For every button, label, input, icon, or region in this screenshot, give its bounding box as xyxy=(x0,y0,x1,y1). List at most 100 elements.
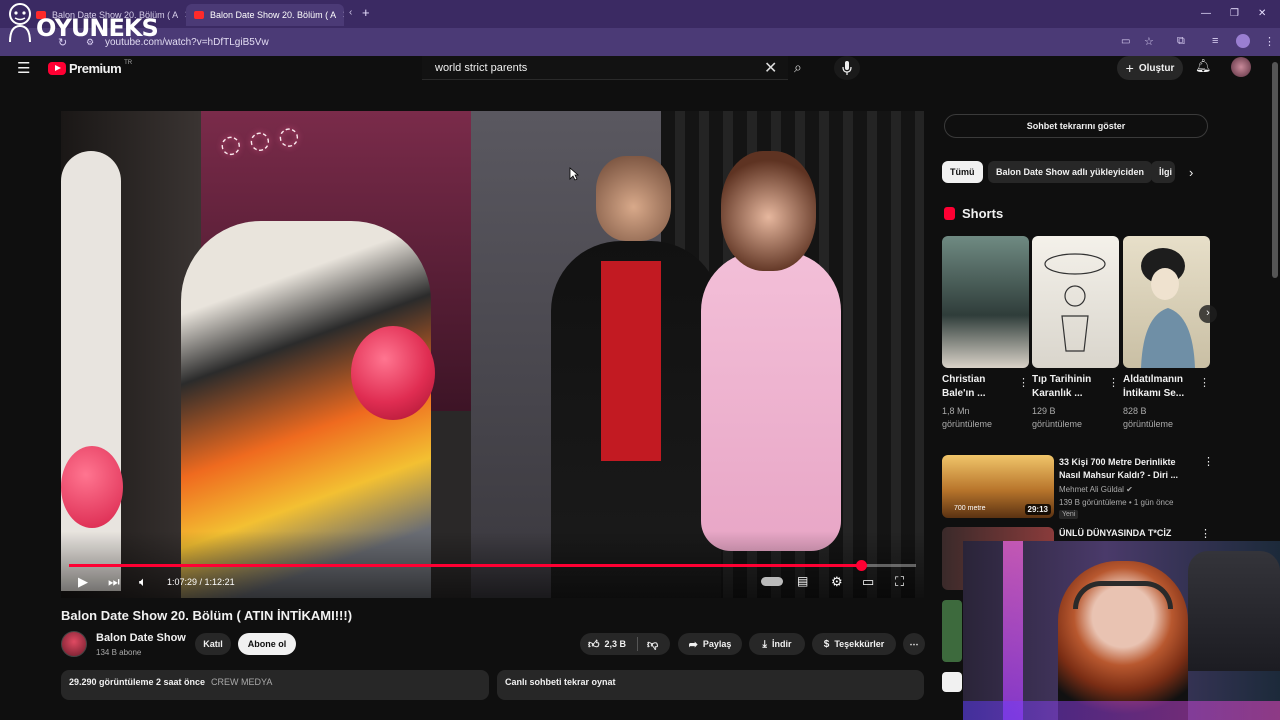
short-thumbnail[interactable] xyxy=(1032,236,1119,368)
media-control-icon[interactable]: ≡ xyxy=(1212,35,1218,47)
video-frame-red-balloon xyxy=(351,326,435,420)
tab-title: Balon Date Show 20. Bölüm ( A xyxy=(210,10,337,20)
chip-all[interactable]: Tümü xyxy=(942,161,983,183)
play-icon[interactable]: ▶ xyxy=(78,574,88,590)
next-video-icon[interactable]: ⏭ xyxy=(108,574,120,590)
hamburger-menu-icon[interactable]: ☰ xyxy=(17,59,30,77)
recommended-title[interactable]: ÜNLÜ DÜNYASINDA T*CİZ xyxy=(1059,528,1171,538)
recommended-video[interactable]: 700 metre 29:13 33 Kişi 700 Metre Derinl… xyxy=(942,455,1214,521)
youtube-favicon-icon xyxy=(194,11,204,19)
profile-avatar-icon[interactable] xyxy=(1236,34,1250,48)
description-box[interactable]: 29.290 görüntüleme 2 saat önce CREW MEDY… xyxy=(61,670,489,700)
short-thumbnail[interactable] xyxy=(942,236,1029,368)
subtitles-icon[interactable]: ▤ xyxy=(797,574,808,588)
thanks-button[interactable]: $ Teşekkürler xyxy=(812,633,896,655)
progress-bar-fill xyxy=(69,564,861,567)
recommended-thumbnail[interactable]: 700 metre 29:13 xyxy=(942,455,1054,518)
super-thanks-icon: $ xyxy=(823,638,830,650)
channel-avatar[interactable] xyxy=(61,631,87,657)
short-item[interactable]: Christian Bale'ın ... 1,8 Mn görüntüleme… xyxy=(942,236,1029,429)
progress-bar[interactable] xyxy=(69,560,916,571)
dislike-thumb-icon[interactable]: 👎︎ xyxy=(647,638,658,651)
share-arrow-icon: ➦ xyxy=(688,638,698,651)
mascot-logo-icon xyxy=(9,3,31,43)
download-button[interactable]: ⤓ İndir xyxy=(749,633,805,655)
short-title[interactable]: Tıp Tarihinin Karanlık ... xyxy=(1032,373,1104,401)
chips-next-icon[interactable]: › xyxy=(1189,165,1193,180)
maximize-icon[interactable]: ❐ xyxy=(1230,8,1239,19)
video-frame-woman-head xyxy=(721,151,816,271)
cast-icon[interactable]: ▭ xyxy=(1121,36,1130,47)
create-button[interactable]: + Oluştur xyxy=(1117,56,1183,80)
chip-related[interactable]: İlgi xyxy=(1151,161,1175,183)
like-count[interactable]: 2,3 B xyxy=(605,639,627,649)
minimize-icon[interactable]: — xyxy=(1201,8,1211,19)
search-box[interactable]: world strict parents ✕ xyxy=(422,56,788,80)
voice-search-button[interactable] xyxy=(834,56,860,80)
recommended-thumbnail[interactable] xyxy=(942,672,962,692)
tab-scroll-icon[interactable]: ‹ xyxy=(349,7,352,18)
short-thumbnail[interactable] xyxy=(1123,236,1210,368)
short-menu-icon[interactable]: ⋮ xyxy=(1199,376,1210,389)
create-label: Oluştur xyxy=(1138,62,1175,74)
search-input[interactable]: world strict parents xyxy=(435,62,527,74)
theater-mode-icon[interactable]: ▭ xyxy=(862,574,874,590)
show-chat-replay-button[interactable]: Sohbet tekrarını göster xyxy=(944,114,1208,138)
like-thumb-icon[interactable]: 👍︎ xyxy=(588,638,600,651)
short-menu-icon[interactable]: ⋮ xyxy=(1108,376,1119,389)
divider xyxy=(637,637,639,651)
streamer-logo: OYUNEKS xyxy=(2,0,159,46)
volume-icon[interactable]: 🔈︎ xyxy=(139,574,147,590)
browser-menu-icon[interactable]: ⋮ xyxy=(1264,35,1275,48)
video-frame-host-shirt xyxy=(601,261,661,461)
chip-from-uploader[interactable]: Balon Date Show adlı yükleyiciden xyxy=(988,161,1153,183)
fullscreen-icon[interactable]: ⛶ xyxy=(895,574,904,590)
live-chat-replay-label: Canlı sohbeti tekrar oynat xyxy=(505,677,616,687)
more-actions-button[interactable]: ⋯ xyxy=(903,633,925,655)
short-views: 1,8 Mn görüntüleme xyxy=(942,406,993,429)
notifications-bell-icon[interactable]: 🔔︎ xyxy=(1195,58,1212,74)
bookmark-star-icon[interactable]: ☆ xyxy=(1144,35,1154,48)
channel-name[interactable]: Balon Date Show xyxy=(96,632,186,644)
clear-search-icon[interactable]: ✕ xyxy=(764,58,777,78)
share-button[interactable]: ➦ Paylaş xyxy=(678,633,742,655)
new-tab-icon[interactable]: + xyxy=(362,5,370,20)
recommended-channel[interactable]: Mehmet Ali Güldal ✔ xyxy=(1059,485,1133,494)
subscribe-button[interactable]: Abone ol xyxy=(238,633,296,655)
close-window-icon[interactable]: ✕ xyxy=(1258,8,1266,19)
page-scrollbar[interactable] xyxy=(1272,62,1278,278)
browser-tab-active[interactable]: Balon Date Show 20. Bölüm ( A ✕ xyxy=(186,4,344,26)
progress-scrubber-handle[interactable] xyxy=(855,560,867,571)
short-illustration-icon xyxy=(1141,248,1195,368)
more-dots-icon: ⋯ xyxy=(909,638,919,649)
account-avatar[interactable] xyxy=(1231,57,1251,77)
settings-gear-icon[interactable]: ⚙ xyxy=(831,574,843,590)
webcam-headphones xyxy=(1073,581,1173,609)
recommended-title[interactable]: 33 Kişi 700 Metre Derinlikte Nasıl Mahsu… xyxy=(1059,456,1189,482)
chat-replay-label: Sohbet tekrarını göster xyxy=(1026,121,1126,131)
region-code: TR xyxy=(124,59,133,66)
video-player[interactable]: ◌ ◌ ◌ ▶ ⏭ 🔈︎ 1:07:29 / 1:12:21 ▤ ⚙ ▭ ⛶ xyxy=(61,111,924,598)
youtube-premium-logo[interactable]: Premium TR xyxy=(48,59,133,76)
extensions-icon[interactable]: ⧉ xyxy=(1177,35,1185,48)
short-title[interactable]: Aldatılmanın İntikamı Se... xyxy=(1123,373,1195,401)
logo-text: OYUNEKS xyxy=(36,14,159,42)
live-chat-replay-box[interactable]: Canlı sohbeti tekrar oynat xyxy=(497,670,924,700)
search-icon[interactable]: ⌕ xyxy=(794,59,802,76)
shorts-next-icon[interactable]: › xyxy=(1199,305,1217,323)
subscribe-label: Abone ol xyxy=(247,639,287,649)
short-item[interactable]: Tıp Tarihinin Karanlık ... 129 B görüntü… xyxy=(1032,236,1119,429)
autoplay-toggle[interactable] xyxy=(761,577,783,586)
short-title[interactable]: Christian Bale'ın ... xyxy=(942,373,1014,401)
short-menu-icon[interactable]: ⋮ xyxy=(1018,376,1029,389)
video-menu-icon[interactable]: ⋮ xyxy=(1200,527,1211,540)
join-button[interactable]: Katıl xyxy=(195,633,231,655)
recommended-thumbnail[interactable] xyxy=(942,600,962,662)
video-menu-icon[interactable]: ⋮ xyxy=(1203,455,1214,468)
short-illustration-icon xyxy=(1044,253,1106,352)
close-tab-icon[interactable]: ✕ xyxy=(342,10,344,21)
address-bar: ↻ ⚙ youtube.com/watch?v=hDfTLgiB5Vw ▭ ☆ … xyxy=(0,28,1280,56)
subscriber-count: 134 B abone xyxy=(96,648,142,657)
short-item[interactable]: Aldatılmanın İntikamı Se... 828 B görünt… xyxy=(1123,236,1210,429)
verified-check-icon: ✔ xyxy=(1126,485,1133,494)
